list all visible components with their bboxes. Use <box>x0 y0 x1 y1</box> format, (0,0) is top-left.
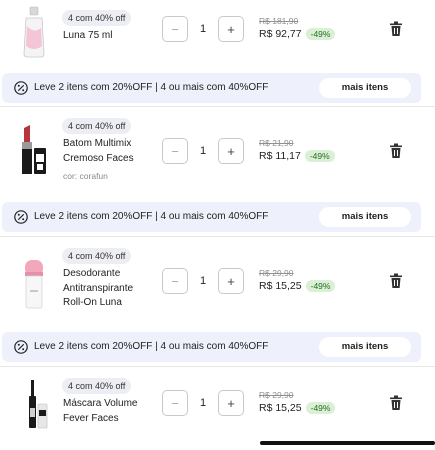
quantity-value: 1 <box>199 23 207 35</box>
promo-badge: 4 com 40% off <box>62 248 132 264</box>
increase-button[interactable]: + <box>218 138 244 164</box>
product-image[interactable] <box>14 376 54 432</box>
promo-badge: 4 com 40% off <box>62 10 132 26</box>
decrease-button[interactable]: − <box>162 16 188 42</box>
product-name[interactable]: Máscara Volume Fever Faces <box>63 397 153 426</box>
current-price: R$ 92,77 <box>259 28 302 40</box>
percent-icon <box>14 340 28 354</box>
more-items-button[interactable]: mais itens <box>319 207 411 227</box>
current-price: R$ 15,25 <box>259 280 302 292</box>
price-block: R$ 29,90 R$ 15,25 -49% <box>259 390 336 414</box>
more-items-button[interactable]: mais itens <box>319 78 411 98</box>
promo-text: Leve 2 itens com 20%OFF | 4 ou mais com … <box>34 82 269 93</box>
discount-badge: -49% <box>305 280 336 292</box>
home-indicator[interactable] <box>260 441 435 445</box>
trash-icon[interactable] <box>389 273 403 289</box>
quantity-stepper: − 1 + <box>162 390 244 416</box>
quantity-value: 1 <box>199 145 207 157</box>
decrease-button[interactable]: − <box>162 268 188 294</box>
promo-badge: 4 com 40% off <box>62 118 132 134</box>
increase-button[interactable]: + <box>218 268 244 294</box>
percent-icon <box>14 210 28 224</box>
quantity-value: 1 <box>199 275 207 287</box>
original-price: R$ 181,90 <box>259 16 299 26</box>
mascara-icon <box>29 380 48 429</box>
original-price: R$ 29,90 <box>259 268 294 278</box>
promo-text: Leve 2 itens com 20%OFF | 4 ou mais com … <box>34 341 269 352</box>
discount-badge: -49% <box>305 28 336 40</box>
price-block: R$ 181,90 R$ 92,77 -49% <box>259 16 336 40</box>
promo-banner: Leve 2 itens com 20%OFF | 4 ou mais com … <box>2 202 421 232</box>
quantity-stepper: − 1 + <box>162 138 244 164</box>
cart-item: 4 com 40% off Máscara Volume Fever Faces… <box>0 368 435 448</box>
product-image[interactable] <box>14 256 54 312</box>
trash-icon[interactable] <box>389 143 403 159</box>
trash-icon[interactable] <box>389 21 403 37</box>
product-image[interactable] <box>14 122 54 178</box>
product-name[interactable]: Batom Multimix Cremoso Faces <box>63 137 153 166</box>
product-name[interactable]: Luna 75 ml <box>63 29 153 44</box>
quantity-value: 1 <box>199 397 207 409</box>
decrease-button[interactable]: − <box>162 138 188 164</box>
quantity-stepper: − 1 + <box>162 16 244 42</box>
trash-icon[interactable] <box>389 395 403 411</box>
lipstick-icon <box>22 125 46 174</box>
product-name[interactable]: Desodorante Antitranspirante Roll-On Lun… <box>63 267 153 311</box>
cart-item: 4 com 40% off Desodorante Antitranspiran… <box>0 238 435 330</box>
divider <box>0 236 435 237</box>
product-variant: cor: corafun <box>63 171 108 181</box>
promo-banner: Leve 2 itens com 20%OFF | 4 ou mais com … <box>2 332 421 362</box>
original-price: R$ 29,90 <box>259 390 294 400</box>
increase-button[interactable]: + <box>218 16 244 42</box>
product-image[interactable] <box>14 4 54 60</box>
divider <box>0 366 435 367</box>
promo-badge: 4 com 40% off <box>62 378 132 394</box>
increase-button[interactable]: + <box>218 390 244 416</box>
cart-item: 4 com 40% off Luna 75 ml − 1 + R$ 181,90… <box>0 0 435 72</box>
original-price: R$ 21,90 <box>259 138 294 148</box>
cart-item: 4 com 40% off Batom Multimix Cremoso Fac… <box>0 108 435 200</box>
more-items-button[interactable]: mais itens <box>319 337 411 357</box>
quantity-stepper: − 1 + <box>162 268 244 294</box>
promo-text: Leve 2 itens com 20%OFF | 4 ou mais com … <box>34 211 269 222</box>
perfume-bottle-icon <box>23 6 45 58</box>
price-block: R$ 29,90 R$ 15,25 -49% <box>259 268 336 292</box>
roll-on-icon <box>25 260 43 309</box>
discount-badge: -49% <box>304 150 335 162</box>
decrease-button[interactable]: − <box>162 390 188 416</box>
percent-icon <box>14 81 28 95</box>
divider <box>0 106 435 107</box>
promo-banner: Leve 2 itens com 20%OFF | 4 ou mais com … <box>2 73 421 103</box>
current-price: R$ 11,17 <box>259 150 301 162</box>
discount-badge: -49% <box>305 402 336 414</box>
current-price: R$ 15,25 <box>259 402 302 414</box>
price-block: R$ 21,90 R$ 11,17 -49% <box>259 138 335 162</box>
